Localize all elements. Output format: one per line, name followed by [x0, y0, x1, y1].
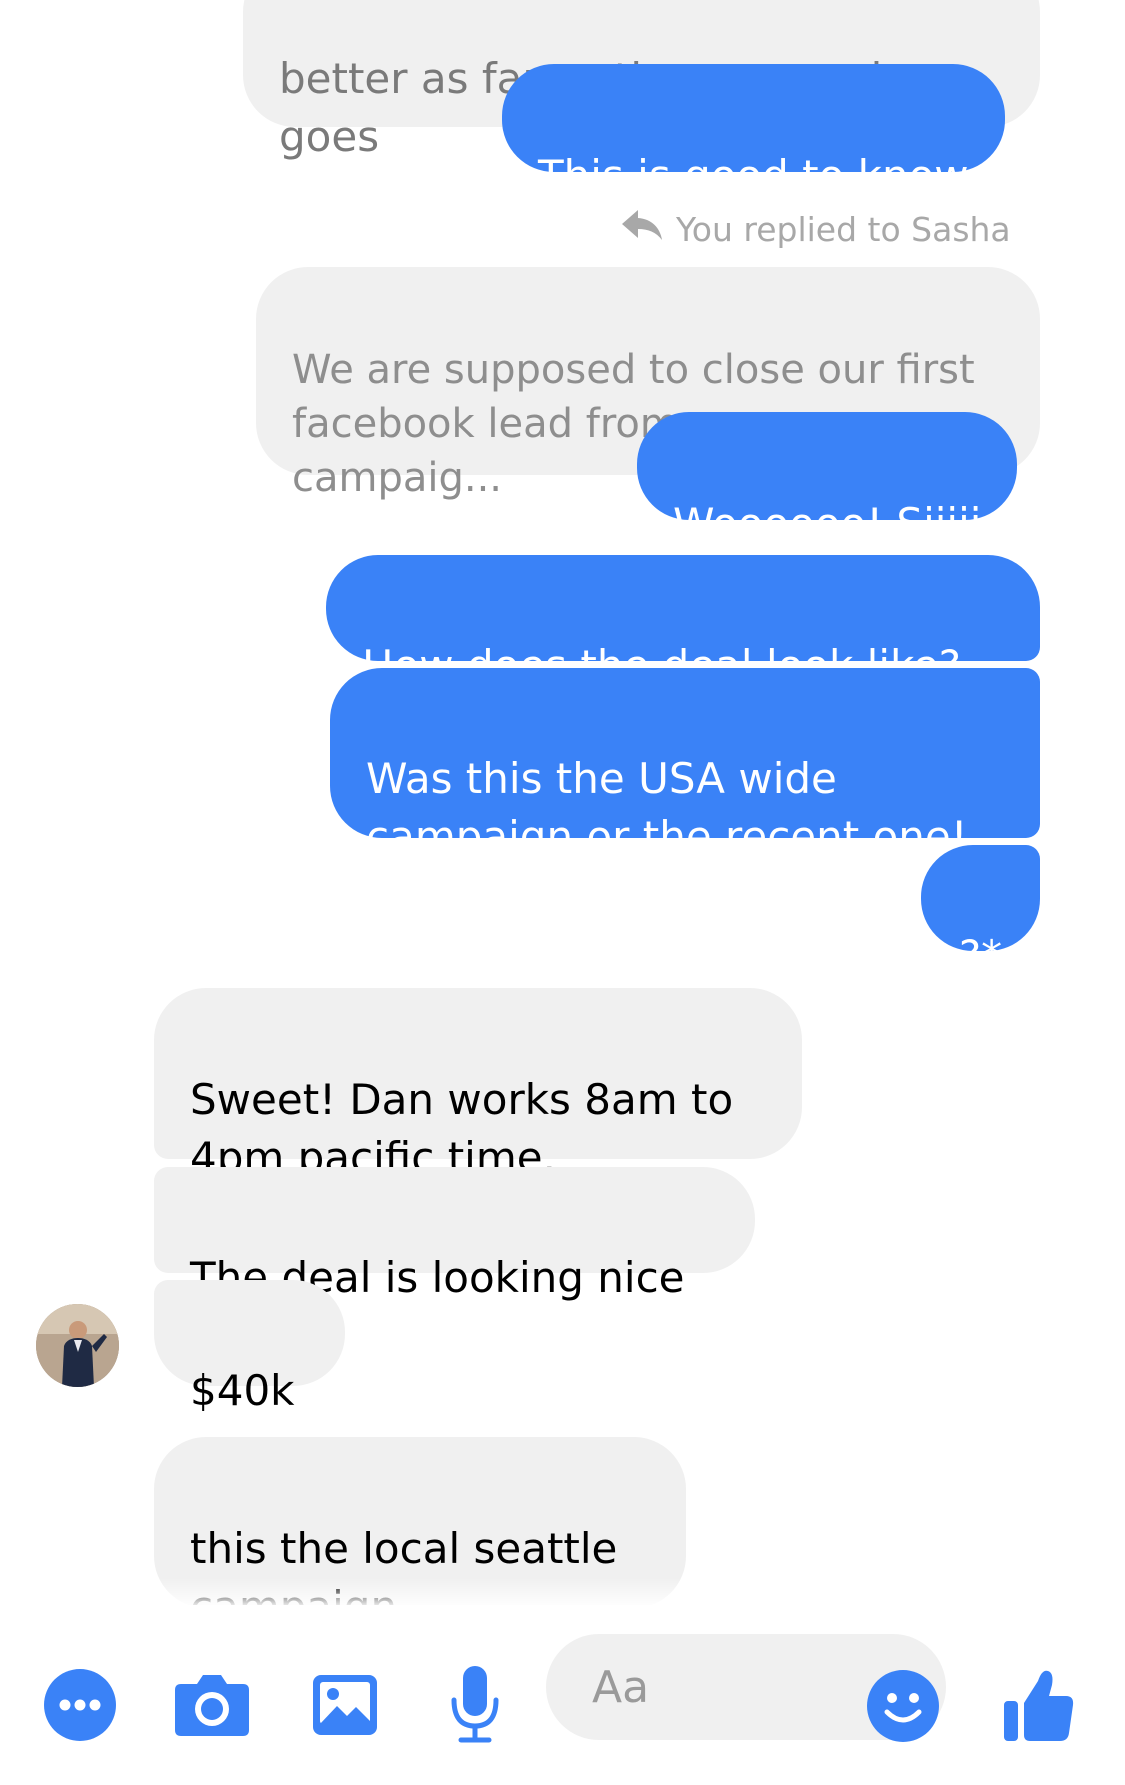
- message-text: Was this the USA wide campaign or the re…: [366, 754, 968, 861]
- reply-indicator: You replied to Sasha: [620, 208, 1011, 250]
- photo-icon: [313, 1675, 377, 1735]
- message-out-question[interactable]: ?*: [921, 845, 1040, 980]
- emoji-button[interactable]: [866, 1669, 940, 1743]
- message-text: Sweet! Dan works 8am to 4pm pacific time…: [190, 1075, 734, 1182]
- photo-button[interactable]: [310, 1669, 380, 1741]
- more-button[interactable]: [44, 1669, 116, 1741]
- microphone-button[interactable]: [446, 1663, 504, 1747]
- avatar-photo: [36, 1304, 119, 1387]
- camera-button[interactable]: [172, 1669, 252, 1741]
- camera-icon: [175, 1675, 249, 1736]
- sender-avatar[interactable]: [36, 1304, 119, 1387]
- message-out-good-to-know[interactable]: This is good to know: [502, 64, 1005, 200]
- message-in-sweet[interactable]: Sweet! Dan works 8am to 4pm pacific time…: [154, 988, 802, 1182]
- more-icon: [44, 1669, 116, 1741]
- reply-indicator-text: You replied to Sasha: [676, 209, 1011, 249]
- message-in-deal-nice[interactable]: The deal is looking nice: [154, 1167, 755, 1302]
- message-text: Woooooo! Siiiii: [673, 499, 982, 548]
- message-out-woo[interactable]: Woooooo! Siiiii: [637, 412, 1018, 548]
- message-out-usa-wide[interactable]: Was this the USA wide campaign or the re…: [330, 668, 1040, 861]
- message-text: ?*: [958, 931, 1003, 980]
- thumbs-up-icon: [1004, 1670, 1074, 1741]
- message-input-placeholder: Aa: [592, 1661, 650, 1713]
- message-in-40k[interactable]: $40k: [154, 1280, 345, 1415]
- chat-screen: better as far as the geography goes This…: [0, 0, 1125, 1785]
- reply-arrow-icon: [620, 208, 664, 250]
- message-out-deal-look[interactable]: How does the deal look like?: [326, 555, 1040, 690]
- composer-fade: [0, 1578, 1125, 1608]
- microphone-icon: [451, 1666, 499, 1743]
- message-text: $40k: [190, 1366, 295, 1415]
- thumbs-up-button[interactable]: [1000, 1664, 1078, 1744]
- emoji-icon: [867, 1670, 939, 1742]
- message-text: This is good to know: [538, 151, 969, 200]
